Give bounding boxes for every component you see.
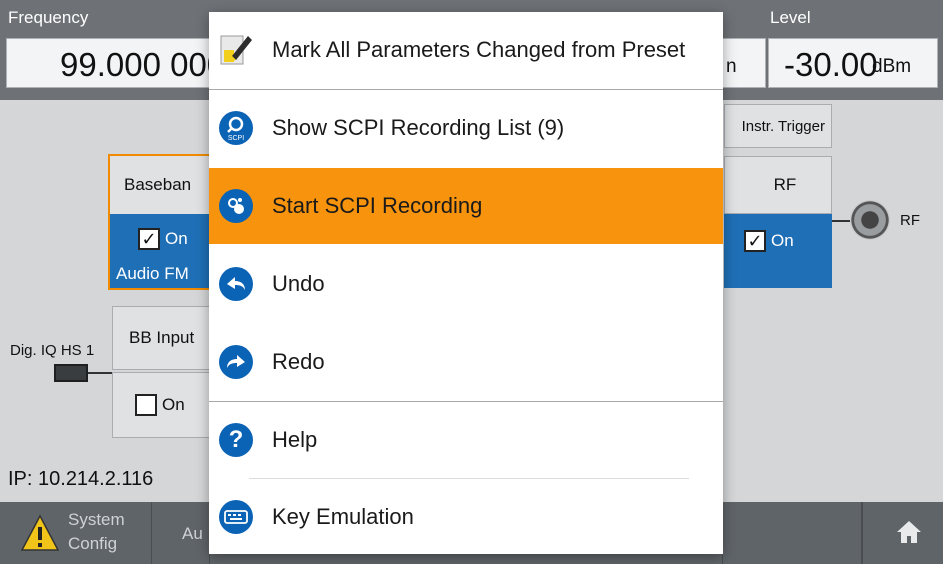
keyboard-icon — [218, 499, 254, 535]
rf-button[interactable]: RF — [724, 156, 832, 214]
bb-input-button[interactable]: BB Input — [112, 306, 212, 370]
menu-item-undo[interactable]: Undo — [209, 246, 723, 322]
menu-item-help[interactable]: ? Help — [209, 402, 723, 478]
instr-trigger-label: Instr. Trigger — [741, 117, 825, 135]
baseband-label: Baseban — [124, 175, 192, 194]
menu-item-redo[interactable]: Redo — [209, 324, 723, 400]
rf-label: RF — [773, 175, 797, 194]
menu-item-label: Key Emulation — [272, 504, 414, 529]
menu-item-label: Redo — [272, 349, 325, 374]
menu-item-label: Mark All Parameters Changed from Preset — [272, 37, 686, 62]
dig-iq-wire — [88, 372, 112, 374]
scpi-search-icon: SCPI — [218, 110, 254, 146]
system-config-label-2: Config — [68, 534, 118, 553]
level-label: Level — [770, 8, 811, 27]
redo-icon — [218, 344, 254, 380]
system-config-label-1: System — [68, 510, 125, 529]
bb-input-on-toggle[interactable]: On — [112, 372, 212, 438]
menu-item-label: Undo — [272, 271, 325, 296]
level-value: -30.00 — [784, 46, 878, 83]
bb-input-on-label: On — [162, 395, 185, 414]
home-icon — [896, 520, 922, 549]
bb-input-label: BB Input — [129, 328, 195, 347]
ip-address: IP: 10.214.2.116 — [8, 468, 154, 490]
level-unit: dBm — [872, 56, 912, 77]
context-menu: Mark All Parameters Changed from Preset … — [209, 12, 723, 554]
menu-item-mark-changed[interactable]: Mark All Parameters Changed from Preset — [209, 12, 723, 88]
rf-connector-icon[interactable] — [850, 200, 890, 240]
record-icon — [218, 188, 254, 224]
scpi-badge: SCPI — [228, 135, 244, 142]
instr-trigger-button[interactable]: Instr. Trigger — [724, 104, 832, 148]
menu-item-label: Start SCPI Recording — [272, 193, 483, 218]
baseband-button[interactable]: Baseban — [110, 156, 210, 214]
partial-tab-label: Au — [182, 524, 203, 543]
pencil-icon — [218, 32, 254, 68]
rf-on-toggle[interactable]: ✓ On — [744, 230, 794, 252]
warning-icon — [20, 514, 60, 557]
menu-item-show-scpi-list[interactable]: SCPI Show SCPI Recording List (9) — [209, 90, 723, 166]
rf-connector-label: RF — [900, 212, 920, 229]
menu-item-key-emulation[interactable]: Key Emulation — [209, 479, 723, 555]
empty-tab[interactable] — [722, 502, 862, 564]
menu-item-start-scpi-recording[interactable]: Start SCPI Recording — [209, 168, 723, 244]
help-icon: ? — [218, 422, 254, 458]
frequency-unit: n — [726, 56, 737, 77]
menu-item-label: Help — [272, 427, 318, 452]
frequency-value: 99.000 000 — [60, 46, 226, 83]
frequency-label: Frequency — [8, 8, 89, 27]
undo-icon — [218, 266, 254, 302]
dig-iq-label: Dig. IQ HS 1 — [10, 342, 95, 359]
dig-iq-connector-icon[interactable] — [54, 364, 88, 382]
menu-item-label: Show SCPI Recording List (9) — [272, 115, 565, 140]
rf-wire — [832, 220, 850, 222]
rf-checkbox-icon: ✓ — [744, 230, 766, 252]
rf-on-label: On — [771, 231, 794, 250]
baseband-on-label: On — [165, 229, 188, 248]
audio-fm-label: Audio FM — [116, 264, 189, 283]
help-glyph: ? — [228, 426, 244, 453]
baseband-checkbox-icon: ✓ — [138, 228, 160, 250]
bb-input-checkbox-icon — [135, 394, 157, 416]
baseband-on-toggle[interactable]: ✓ On — [138, 228, 188, 250]
